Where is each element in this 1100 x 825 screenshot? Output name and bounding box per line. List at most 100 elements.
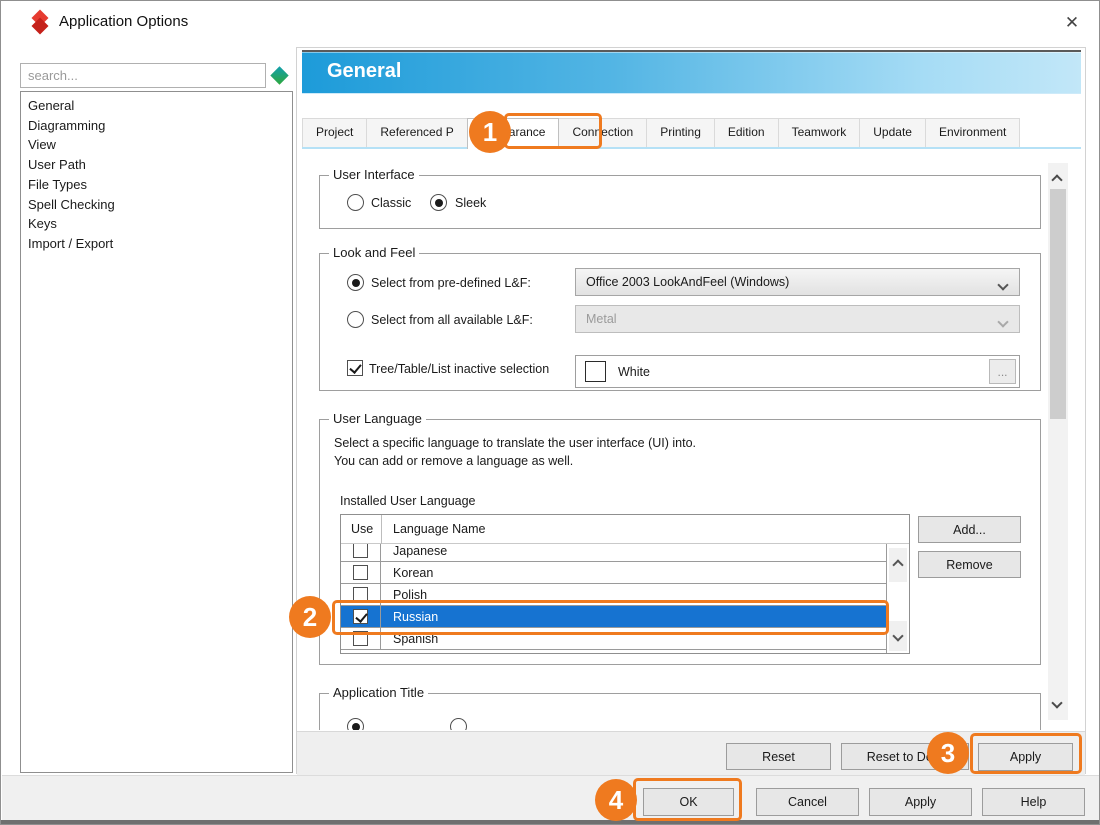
available-lf-value: Metal [586, 312, 617, 326]
annotation-step-4: 4 [595, 779, 637, 821]
chevron-down-icon [999, 278, 1007, 292]
predefined-lf-value: Office 2003 LookAndFeel (Windows) [586, 275, 789, 289]
tab-referenced-project[interactable]: Referenced P [366, 118, 467, 147]
sidebar-item-file-types[interactable]: File Types [26, 175, 292, 195]
annotation-step-2: 2 [289, 596, 331, 638]
language-name: Polish [381, 588, 427, 602]
cancel-button[interactable]: Cancel [756, 788, 859, 816]
available-lf-label: Select from all available L&F: [371, 313, 533, 327]
classic-radio[interactable] [347, 194, 364, 211]
available-lf-radio[interactable] [347, 311, 364, 328]
language-table-header: Use Language Name [341, 515, 909, 544]
application-title-option-radio-2[interactable] [450, 718, 467, 730]
table-row-polish[interactable]: Polish [341, 584, 887, 606]
category-list: General Diagramming View User Path File … [20, 91, 293, 773]
tab-update[interactable]: Update [859, 118, 926, 147]
language-rows: Japanese Korean Polish Russian [341, 544, 887, 653]
tab-connection[interactable]: Connection [558, 118, 647, 147]
column-divider [381, 515, 382, 544]
tab-printing[interactable]: Printing [646, 118, 715, 147]
predefined-lf-select[interactable]: Office 2003 LookAndFeel (Windows) [575, 268, 1020, 296]
annotation-step-3: 3 [927, 732, 969, 774]
inactive-selection-checkbox[interactable] [347, 360, 363, 376]
table-row-korean[interactable]: Korean [341, 562, 887, 584]
inactive-selection-color-field: White ... [575, 355, 1020, 388]
use-checkbox-japanese[interactable] [353, 544, 368, 558]
user-language-description-1: Select a specific language to translate … [334, 436, 696, 450]
add-language-button[interactable]: Add... [918, 516, 1021, 543]
tab-environment[interactable]: Environment [925, 118, 1020, 147]
page-title: General [327, 60, 401, 83]
options-panel: General Project Referenced P Appearance … [296, 47, 1086, 774]
language-name: Japanese [381, 544, 447, 558]
sleek-label: Sleek [455, 196, 486, 210]
dialog-bottom-edge [1, 820, 1099, 824]
scrollbar-thumb[interactable] [1050, 189, 1066, 419]
scroll-up-icon[interactable] [1053, 171, 1061, 189]
panel-apply-button[interactable]: Apply [978, 743, 1073, 771]
user-language-group: User Language Select a specific language… [319, 419, 1041, 665]
language-name: Russian [381, 610, 438, 624]
application-options-dialog: Application Options ✕ General Diagrammin… [0, 0, 1100, 825]
title-bar: Application Options ✕ [1, 1, 1099, 45]
use-checkbox-spanish[interactable] [353, 631, 368, 646]
content-scrollbar[interactable] [1048, 163, 1068, 720]
sidebar-item-general[interactable]: General [26, 96, 292, 116]
sidebar-item-import-export[interactable]: Import / Export [26, 234, 292, 254]
chevron-down-icon [999, 315, 1007, 329]
sidebar-item-keys[interactable]: Keys [26, 214, 292, 234]
reset-button[interactable]: Reset [726, 743, 831, 770]
apply-button[interactable]: Apply [869, 788, 972, 816]
tab-edition[interactable]: Edition [714, 118, 779, 147]
sleek-radio[interactable] [430, 194, 447, 211]
scroll-down-icon[interactable] [1053, 694, 1061, 712]
use-checkbox-russian[interactable] [353, 609, 368, 624]
inactive-selection-label: Tree/Table/List inactive selection [369, 362, 549, 376]
page-header-banner: General [302, 50, 1081, 94]
table-row-spanish[interactable]: Spanish [341, 628, 887, 650]
column-header-use: Use [351, 522, 373, 536]
language-name: Spanish [381, 632, 438, 646]
tab-bar: Project Referenced P Appearance Connecti… [302, 118, 1081, 149]
clear-search-icon[interactable] [270, 66, 288, 84]
use-checkbox-polish[interactable] [353, 587, 368, 602]
remove-language-button[interactable]: Remove [918, 551, 1021, 578]
language-name: Korean [381, 566, 433, 580]
predefined-lf-label: Select from pre-defined L&F: [371, 276, 531, 290]
user-language-legend: User Language [329, 411, 426, 426]
dialog-button-bar: OK Cancel Apply Help [2, 775, 1100, 822]
application-title-legend: Application Title [329, 685, 428, 700]
tab-project[interactable]: Project [302, 118, 367, 147]
sidebar-item-spell-checking[interactable]: Spell Checking [26, 195, 292, 215]
user-interface-legend: User Interface [329, 167, 419, 182]
color-browse-button[interactable]: ... [989, 359, 1016, 384]
search-input[interactable] [20, 63, 266, 88]
available-lf-select: Metal [575, 305, 1020, 333]
user-interface-group: User Interface Classic Sleek [319, 175, 1041, 229]
close-icon[interactable]: ✕ [1060, 11, 1084, 35]
sidebar-item-diagramming[interactable]: Diagramming [26, 116, 292, 136]
sidebar-item-user-path[interactable]: User Path [26, 155, 292, 175]
language-table: Use Language Name Japanese Korean [340, 514, 910, 654]
application-title-option-radio-1[interactable] [347, 718, 364, 730]
color-name: White [618, 365, 650, 379]
scroll-up-icon[interactable] [889, 548, 907, 582]
annotation-step-1: 1 [469, 111, 511, 153]
column-header-language-name: Language Name [393, 522, 485, 536]
help-button[interactable]: Help [982, 788, 1085, 816]
color-swatch [585, 361, 606, 382]
look-and-feel-group: Look and Feel Select from pre-defined L&… [319, 253, 1041, 391]
use-checkbox-korean[interactable] [353, 565, 368, 580]
scroll-down-icon[interactable] [889, 621, 907, 651]
table-row-russian[interactable]: Russian [341, 606, 887, 628]
look-and-feel-legend: Look and Feel [329, 245, 419, 260]
sidebar-item-view[interactable]: View [26, 135, 292, 155]
application-title-group: Application Title [319, 693, 1041, 730]
ok-button[interactable]: OK [643, 788, 734, 816]
tab-content: User Interface Classic Sleek Look and Fe… [302, 149, 1081, 730]
table-row-japanese[interactable]: Japanese [341, 544, 887, 562]
classic-label: Classic [371, 196, 411, 210]
user-language-description-2: You can add or remove a language as well… [334, 454, 573, 468]
predefined-lf-radio[interactable] [347, 274, 364, 291]
tab-teamwork[interactable]: Teamwork [778, 118, 861, 147]
